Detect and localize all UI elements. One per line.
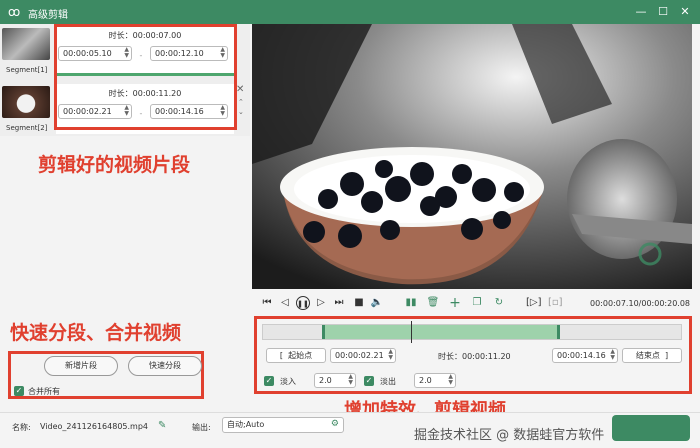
edit-name-icon[interactable]: ✎ <box>158 420 166 431</box>
timeline-selection[interactable] <box>321 325 560 339</box>
segment-label-1: Segment[1] <box>6 66 48 74</box>
video-frame <box>252 24 692 289</box>
mark-in-icon[interactable]: [▷] <box>526 296 542 310</box>
quick-annotation: 快速分段、合并视频 <box>10 322 182 344</box>
video-preview[interactable] <box>252 24 692 289</box>
delete-segment-icon[interactable]: ✕ <box>236 84 244 95</box>
player-toolbar: ⏮ ◁ ❚❚ ▷ ⏭ ■ 🔈 ▮▮ 🗑 + ❐ ↻ [▷] [▫] 00:00:… <box>252 292 692 316</box>
output-label: 输出: <box>192 423 211 432</box>
fade-in-label: 淡入 <box>280 377 296 386</box>
merge-all-checkbox[interactable]: ✓ <box>14 386 24 396</box>
start-point-button[interactable]: [ 起始点 <box>266 348 326 363</box>
chevron-down-icon[interactable]: ⌄ <box>238 108 244 116</box>
segments-annotation: 剪辑好的视频片段 <box>38 154 191 176</box>
delete-icon[interactable]: 🗑 <box>426 296 440 310</box>
skip-start-icon[interactable]: ⏮ <box>260 296 274 310</box>
segment-label-2: Segment[2] <box>6 124 48 132</box>
fade-in-checkbox[interactable]: ✓ <box>264 376 274 386</box>
edit-area: [ 起始点 00:00:02.21 ▲ ▼ 时长：00:00:11.20 00:00… <box>252 316 692 396</box>
skip-end-icon[interactable]: ⏭ <box>332 296 346 310</box>
watermark-text: 掘金技术社区 @ 数据蛙官方软件 <box>414 428 605 443</box>
segment-thumbnail-1[interactable]: Segment[1] <box>0 26 52 78</box>
merge-all-label: 合并所有 <box>28 387 60 396</box>
mark-out-icon[interactable]: [▫] <box>548 296 563 310</box>
settings-gear-icon[interactable]: ⚙ <box>331 418 339 431</box>
file-name: Video_241126164805.mp4 <box>40 422 148 431</box>
title-bar: ꝏ 高级剪辑 — ☐ ✕ <box>0 0 700 24</box>
output-select[interactable]: 自动;Auto ⚙ <box>222 417 344 433</box>
pause-icon[interactable]: ❚❚ <box>296 296 310 310</box>
edit-duration: 时长：00:00:11.20 <box>438 352 511 361</box>
end-time-field[interactable]: 00:00:14.16 ▲ ▼ <box>552 348 618 363</box>
fade-out-label: 淡出 <box>380 377 396 386</box>
fade-out-checkbox[interactable]: ✓ <box>364 376 374 386</box>
maximize-button[interactable]: ☐ <box>652 3 674 21</box>
fade-out-field[interactable]: 2.0 ▲ ▼ <box>414 373 456 388</box>
segment-image-1 <box>2 28 50 60</box>
reset-icon[interactable]: ↻ <box>492 296 506 310</box>
time-display: 00:00:07.10/00:00:20.08 <box>590 299 690 308</box>
volume-icon[interactable]: 🔈 <box>370 296 384 310</box>
segment-image-2 <box>2 86 50 118</box>
copy-icon[interactable]: ❐ <box>470 296 484 310</box>
window-title: 高级剪辑 <box>28 10 68 21</box>
save-button[interactable] <box>612 415 690 441</box>
add-segment-button[interactable]: 新增片段 <box>44 356 118 376</box>
close-button[interactable]: ✕ <box>674 3 696 21</box>
add-icon[interactable]: + <box>448 296 462 310</box>
step-back-icon[interactable]: ◁ <box>278 296 292 310</box>
start-time-field[interactable]: 00:00:02.21 ▲ ▼ <box>330 348 396 363</box>
minimize-button[interactable]: — <box>630 3 652 21</box>
split-icon[interactable]: ▮▮ <box>404 296 418 310</box>
chevron-up-icon[interactable]: ⌃ <box>238 98 244 106</box>
segments-annotation-box <box>54 24 237 130</box>
quick-segment-button[interactable]: 快速分段 <box>128 356 202 376</box>
timeline-playhead[interactable] <box>411 321 413 343</box>
segment-thumbnail-2[interactable]: Segment[2] <box>0 84 52 136</box>
end-point-button[interactable]: 结束点 ] <box>622 348 682 363</box>
step-forward-icon[interactable]: ▷ <box>314 296 328 310</box>
timeline-track[interactable] <box>262 321 682 343</box>
name-label: 名称: <box>12 423 31 432</box>
app-logo-icon: ꝏ <box>8 5 21 19</box>
fade-in-field[interactable]: 2.0 ▲ ▼ <box>314 373 356 388</box>
stop-icon[interactable]: ■ <box>352 296 366 310</box>
